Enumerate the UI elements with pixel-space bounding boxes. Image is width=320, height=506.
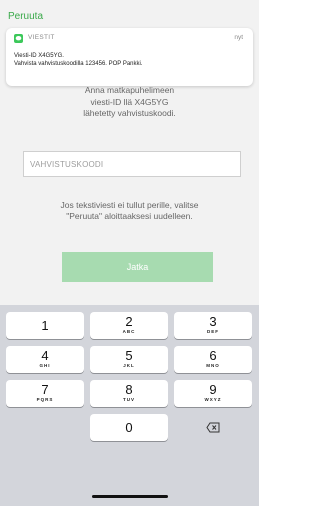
cancel-link[interactable]: Peruuta [8,11,43,22]
phone-screen: Peruuta VIESTIT nyt Viesti-ID X4G5YG. Va… [0,0,259,506]
key-digit: 5 [125,348,133,363]
home-indicator [92,495,168,498]
delete-key[interactable] [174,414,252,441]
help-line: Jos tekstiviesti ei tullut perille, vali… [60,200,199,210]
key-letters: JKL [123,363,135,368]
key-5[interactable]: 5 JKL [90,346,168,373]
key-digit: 4 [41,348,49,363]
instruction-line: lähetetty vahvistuskoodi. [83,108,176,118]
key-digit: 9 [209,382,217,397]
key-9[interactable]: 9 WXYZ [174,380,252,407]
key-letters: MNO [206,363,220,368]
sms-notification[interactable]: VIESTIT nyt Viesti-ID X4G5YG. Vahvista v… [6,28,253,86]
key-digit: 7 [41,382,49,397]
key-0[interactable]: 0 [90,414,168,441]
key-letters: DEF [207,329,219,334]
key-letters: ABC [122,329,136,334]
key-6[interactable]: 6 MNO [174,346,252,373]
key-letters: PQRS [36,397,54,402]
key-letters: WXYZ [204,397,222,402]
key-1[interactable]: 1 [6,312,84,339]
key-digit: 8 [125,382,133,397]
instruction-line: viesti-ID llä X4G5YG [90,96,169,107]
key-4[interactable]: 4 GHI [6,346,84,373]
verification-code-input[interactable] [23,151,241,177]
numeric-keypad: 1 2 ABC 3 DEF 4 GHI 5 JKL 6 MNO 7 PQRS 8… [0,305,259,506]
key-digit: 0 [125,420,133,435]
key-letters: GHI [39,363,51,368]
backspace-icon [206,422,220,433]
key-digit: 2 [125,314,133,329]
notification-message-line-2: Vahvista vahvistuskoodilla 123456. POP P… [14,61,143,67]
key-letters: TUV [123,397,135,402]
notification-message-line-1: Viesti-ID X4G5YG. [14,53,64,59]
key-digit: 1 [41,318,49,333]
continue-button[interactable]: Jatka [62,252,213,282]
key-digit: 3 [209,314,217,329]
instruction-text: Anna matkapuhelimeen viesti-ID llä X4G5Y… [0,85,259,120]
key-digit: 6 [209,348,217,363]
notification-app-name: VIESTIT [28,34,55,41]
messages-icon [14,34,23,43]
notification-time: nyt [234,34,243,41]
instruction-line: Anna matkapuhelimeen [84,85,175,95]
help-line: "Peruuta" aloittaaksesi uudelleen. [66,211,193,221]
key-8[interactable]: 8 TUV [90,380,168,407]
key-7[interactable]: 7 PQRS [6,380,84,407]
key-3[interactable]: 3 DEF [174,312,252,339]
key-2[interactable]: 2 ABC [90,312,168,339]
help-text: Jos tekstiviesti ei tullut perille, vali… [0,200,259,222]
